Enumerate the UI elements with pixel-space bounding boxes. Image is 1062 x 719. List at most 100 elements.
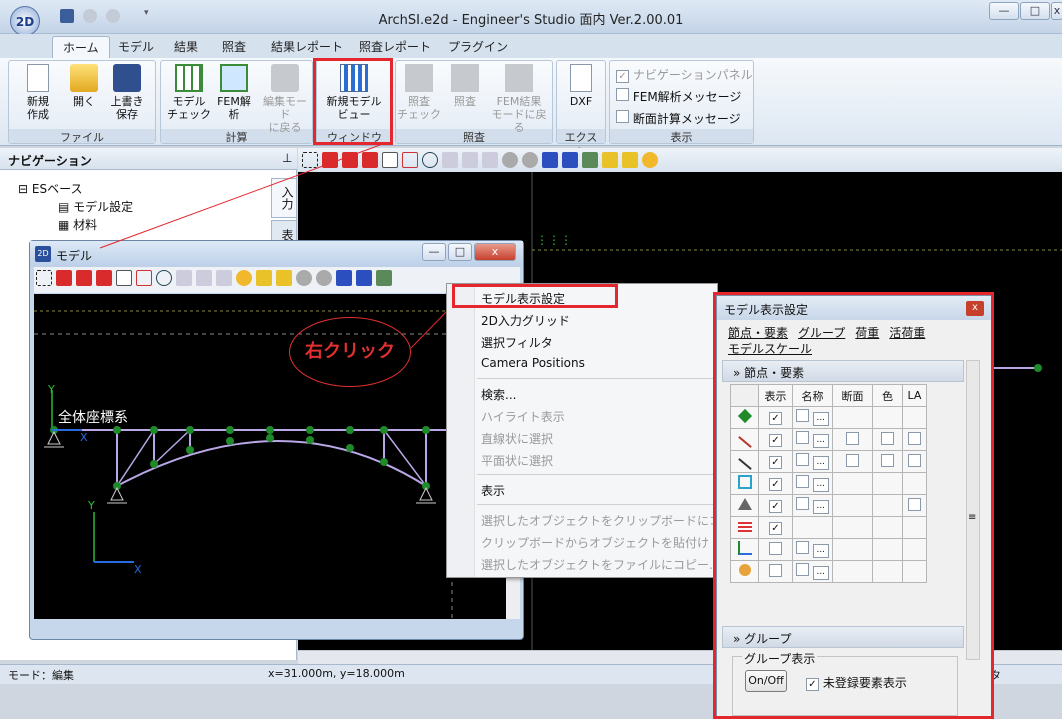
info-icon[interactable] bbox=[356, 270, 372, 286]
nav-panel-checkbox[interactable]: ✓ bbox=[616, 70, 629, 83]
select-all-icon[interactable] bbox=[302, 152, 318, 168]
menu-paste-clipboard[interactable]: クリップボードからオブジェクトを貼付け bbox=[481, 534, 709, 551]
back-icon[interactable] bbox=[296, 270, 312, 286]
tab-model[interactable]: モデル bbox=[108, 36, 164, 58]
edit-mode-back-button[interactable]: 編集モード に戻る bbox=[258, 64, 312, 134]
menu-display[interactable]: 表示 bbox=[481, 482, 505, 499]
search-icon[interactable] bbox=[236, 270, 252, 286]
group-select-icon[interactable] bbox=[276, 270, 292, 286]
fem-message-toggle[interactable]: FEM解析メッセージ bbox=[616, 88, 741, 105]
cube-red-icon[interactable] bbox=[362, 152, 378, 168]
tree-item-model-settings[interactable]: ▤ モデル設定 bbox=[18, 198, 133, 216]
pin-icon[interactable]: ⊥ bbox=[282, 151, 292, 165]
forward-icon[interactable] bbox=[522, 152, 538, 168]
group-select-icon[interactable] bbox=[622, 152, 638, 168]
menu-selection-filter[interactable]: 選択フィルタ bbox=[481, 334, 553, 351]
section-calc-message-toggle[interactable]: 断面計算メッセージ bbox=[616, 110, 741, 127]
cube-red-icon[interactable] bbox=[56, 270, 72, 286]
nav-panel-toggle[interactable]: ✓ ナビゲーションパネル bbox=[616, 66, 753, 83]
back-icon[interactable] bbox=[502, 152, 518, 168]
minimize-button[interactable]: — bbox=[989, 2, 1019, 20]
model-check-button[interactable]: モデル チェック bbox=[165, 64, 213, 126]
close-button[interactable]: x bbox=[1051, 2, 1062, 20]
info-icon[interactable] bbox=[562, 152, 578, 168]
rotate-icon[interactable] bbox=[196, 270, 212, 286]
pointer-icon[interactable] bbox=[376, 270, 392, 286]
model-minimize-button[interactable]: — bbox=[422, 243, 446, 261]
cube-white-icon[interactable] bbox=[382, 152, 398, 168]
fem-icon bbox=[220, 64, 248, 92]
tree-item-es-base[interactable]: ⊟ ESベース bbox=[18, 180, 133, 198]
tab-check-report[interactable]: 照査レポート bbox=[349, 36, 441, 58]
dxf-export-button[interactable]: DXF bbox=[557, 64, 605, 126]
rotate-icon[interactable] bbox=[462, 152, 478, 168]
group-select-icon[interactable] bbox=[602, 152, 618, 168]
menu-separator bbox=[477, 378, 713, 379]
menu-separator bbox=[477, 474, 713, 475]
check-button[interactable]: 照査 bbox=[441, 64, 489, 126]
zoom-window-icon[interactable] bbox=[402, 152, 418, 168]
context-menu: モデル表示設定 2D入力グリッド 選択フィルタ Camera Positions… bbox=[446, 283, 721, 578]
menu-search[interactable]: 検索... bbox=[481, 386, 516, 403]
menu-2d-input-grid[interactable]: 2D入力グリッド bbox=[481, 312, 570, 329]
menu-icon-strip bbox=[447, 284, 475, 577]
cube-red-icon[interactable] bbox=[342, 152, 358, 168]
pan-icon[interactable] bbox=[216, 270, 232, 286]
menu-select-linear[interactable]: 直線状に選択 bbox=[481, 430, 553, 447]
search-icon[interactable] bbox=[642, 152, 658, 168]
arrow-icon[interactable] bbox=[176, 270, 192, 286]
axis-x-label-2: X bbox=[134, 563, 142, 576]
side-tab-input[interactable]: 入力 bbox=[271, 178, 297, 218]
main-view-tool-icons bbox=[300, 149, 660, 171]
tab-plugin[interactable]: プラグイン bbox=[438, 36, 518, 58]
menu-highlight[interactable]: ハイライト表示 bbox=[481, 408, 565, 425]
pointer-icon[interactable] bbox=[582, 152, 598, 168]
fem-result-back-button[interactable]: FEM結果 モードに戻る bbox=[489, 64, 549, 134]
model-maximize-button[interactable]: □ bbox=[448, 243, 472, 261]
save-button[interactable]: 上書き 保存 bbox=[103, 64, 151, 126]
status-mode: モード：編集 bbox=[8, 669, 74, 682]
cube-red-icon[interactable] bbox=[322, 152, 338, 168]
highlight-menu-item bbox=[452, 284, 618, 308]
highlight-new-view bbox=[313, 58, 393, 145]
cube-white-icon[interactable] bbox=[116, 270, 132, 286]
axis-y-label-2: Y bbox=[88, 499, 95, 512]
model-check-icon bbox=[175, 64, 203, 92]
shot-icon[interactable] bbox=[336, 270, 352, 286]
menu-copy-file[interactable]: 選択したオブジェクトをファイルにコピー... bbox=[481, 556, 720, 573]
open-button[interactable]: 開く bbox=[60, 64, 108, 126]
dxf-icon bbox=[570, 64, 592, 92]
fem-message-checkbox[interactable] bbox=[616, 88, 629, 101]
arrow-icon[interactable] bbox=[442, 152, 458, 168]
check-icon bbox=[451, 64, 479, 92]
menu-copy-clipboard[interactable]: 選択したオブジェクトをクリップボードにコ bbox=[481, 512, 721, 529]
group-select-icon[interactable] bbox=[256, 270, 272, 286]
model-window-logo-icon: 2D bbox=[35, 246, 51, 262]
navigation-tree: ⊟ ESベース ▤ モデル設定 ▦ 材料 bbox=[18, 180, 133, 234]
zoom-out-icon[interactable] bbox=[156, 270, 172, 286]
new-file-button[interactable]: 新規 作成 bbox=[14, 64, 62, 126]
tab-result[interactable]: 結果 bbox=[164, 36, 208, 58]
forward-icon[interactable] bbox=[316, 270, 332, 286]
shot-icon[interactable] bbox=[542, 152, 558, 168]
section-calc-checkbox[interactable] bbox=[616, 110, 629, 123]
select-all-icon[interactable] bbox=[36, 270, 52, 286]
tab-check[interactable]: 照査 bbox=[212, 36, 256, 58]
zoom-out-icon[interactable] bbox=[422, 152, 438, 168]
menu-camera-positions[interactable]: Camera Positions bbox=[481, 356, 585, 370]
cube-red-icon[interactable] bbox=[76, 270, 92, 286]
check-check-button[interactable]: 照査 チェック bbox=[395, 64, 443, 126]
tab-result-report[interactable]: 結果レポート bbox=[261, 36, 353, 58]
fem-analysis-button[interactable]: FEM解 析 bbox=[210, 64, 258, 126]
menu-select-planar[interactable]: 平面状に選択 bbox=[481, 452, 553, 469]
axis-y-label: Y bbox=[48, 383, 55, 396]
pan-icon[interactable] bbox=[482, 152, 498, 168]
cube-red-icon[interactable] bbox=[96, 270, 112, 286]
zoom-window-icon[interactable] bbox=[136, 270, 152, 286]
maximize-button[interactable]: □ bbox=[1020, 2, 1050, 20]
tree-item-material[interactable]: ▦ 材料 bbox=[18, 216, 133, 234]
tab-home[interactable]: ホーム bbox=[52, 36, 110, 58]
model-close-button[interactable]: x bbox=[474, 243, 516, 261]
window-title: ArchSI.e2d - Engineer's Studio 面内 Ver.2.… bbox=[378, 13, 684, 28]
menu-separator bbox=[477, 504, 713, 505]
